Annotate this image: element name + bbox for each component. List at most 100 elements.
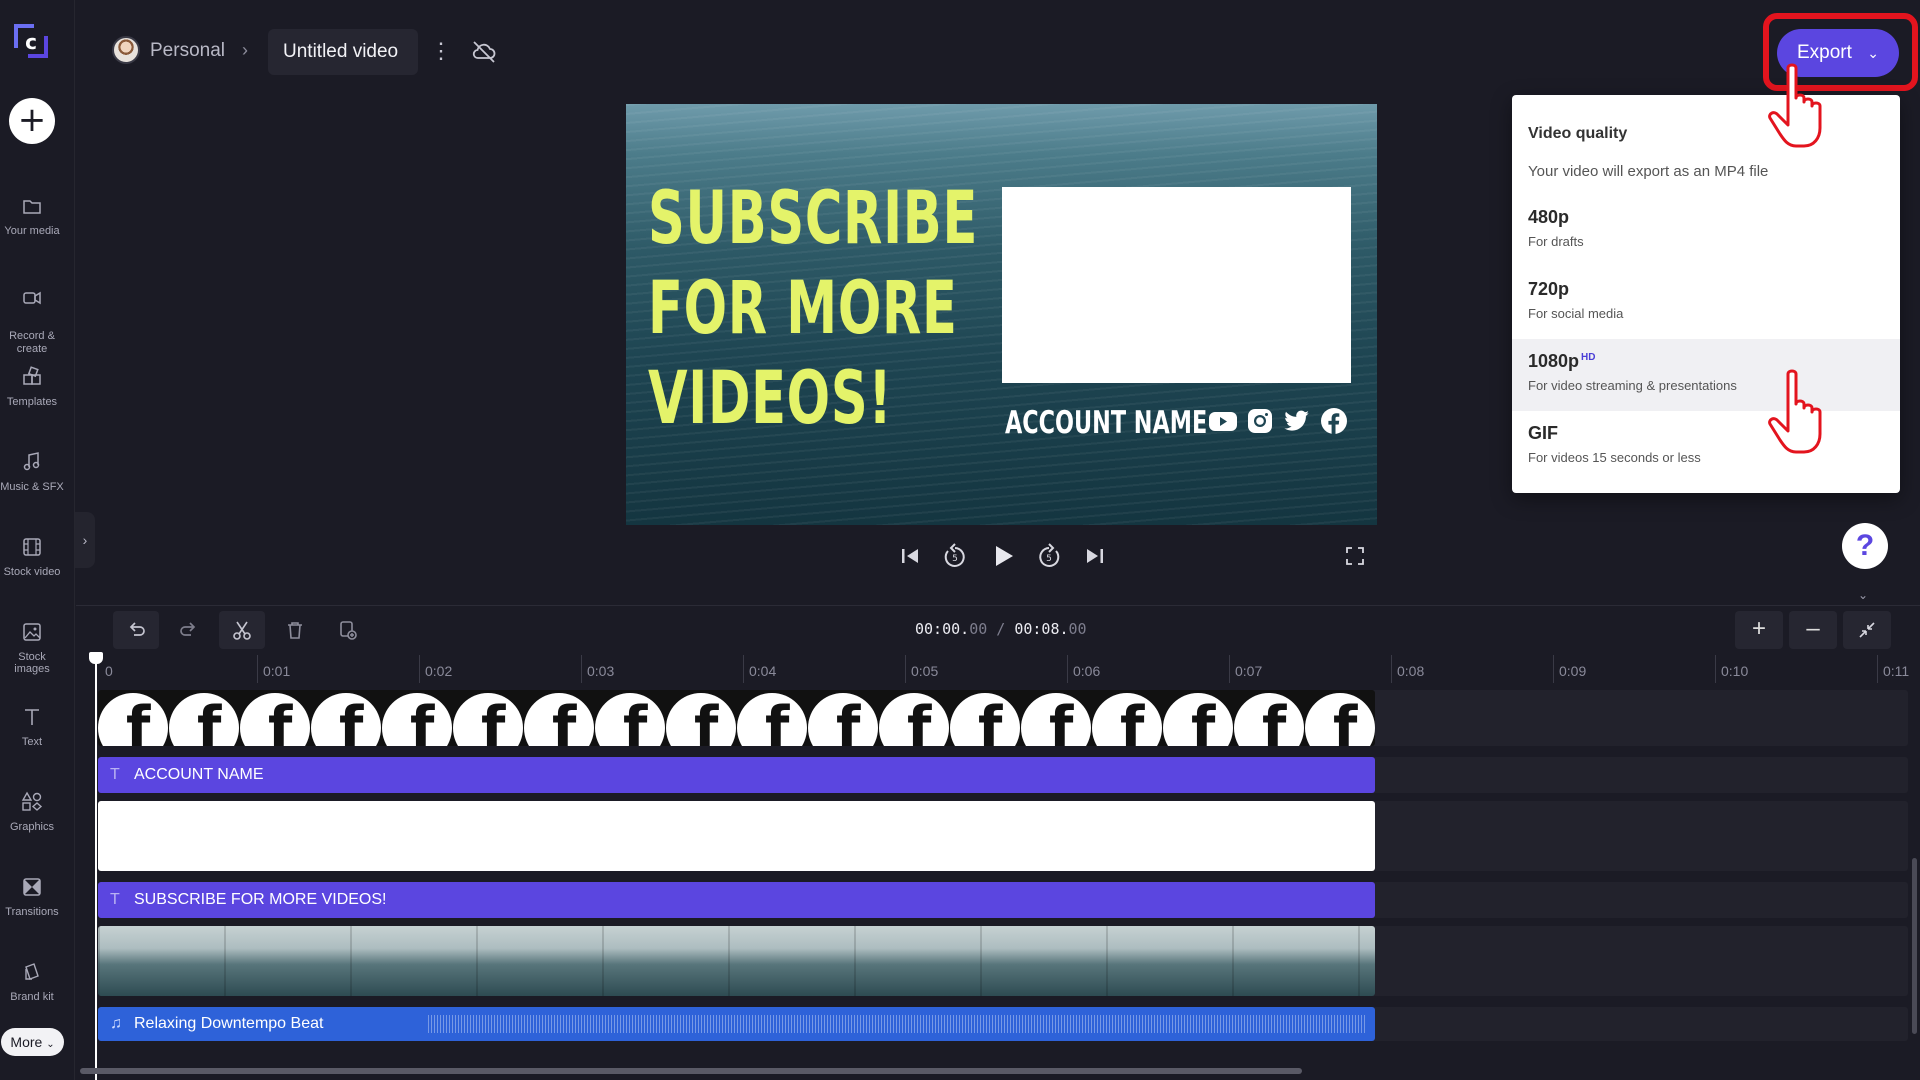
- zoom-out-button[interactable]: –: [1789, 611, 1837, 649]
- kebab-menu-icon[interactable]: ⋮: [430, 38, 452, 64]
- duplicate-icon: [340, 621, 357, 640]
- video-preview[interactable]: SUBSCRIBE FOR MORE VIDEOS! ACCOUNT NAME: [626, 104, 1377, 525]
- zoom-in-button[interactable]: +: [1735, 611, 1783, 649]
- sidebar-item-label: Graphics: [9, 821, 55, 833]
- audio-waveform: [428, 1015, 1365, 1033]
- rewind-5s-icon[interactable]: 5: [940, 541, 970, 571]
- chevron-right-icon: ›: [82, 532, 88, 548]
- plus-icon: +: [1751, 615, 1766, 642]
- facebook-logo-clip[interactable]: f f f f f f f f f f f f f f f f f f: [98, 690, 1375, 746]
- audio-clip[interactable]: ♫ Relaxing Downtempo Beat: [98, 1007, 1375, 1041]
- cloud-off-icon[interactable]: [470, 38, 498, 66]
- ruler-tick: 0:07: [1235, 663, 1263, 679]
- play-icon[interactable]: [988, 541, 1018, 571]
- redo-icon: [180, 622, 196, 636]
- text-clip-account-name[interactable]: T ACCOUNT NAME: [98, 757, 1375, 793]
- ocean-video-clip[interactable]: [98, 926, 1375, 996]
- horizontal-scrollbar[interactable]: [80, 1068, 1302, 1074]
- sidebar-item-text[interactable]: Text: [0, 706, 64, 748]
- help-button[interactable]: ?: [1842, 523, 1888, 569]
- ruler-tick: 0: [105, 663, 113, 679]
- sidebar-item-label: Stock video: [3, 566, 61, 578]
- quality-option-1080p[interactable]: 1080p HD For video streaming & presentati…: [1512, 339, 1900, 411]
- undo-button[interactable]: [113, 611, 159, 649]
- sidebar-item-music-sfx[interactable]: Music & SFX: [0, 451, 64, 493]
- quality-option-720p[interactable]: 720p For social media: [1512, 267, 1900, 339]
- video-placeholder-card: [1002, 187, 1351, 383]
- facebook-icon: f: [1305, 693, 1375, 746]
- ruler-tick: 0:01: [263, 663, 291, 679]
- facebook-icon: f: [737, 693, 807, 746]
- white-shape-clip[interactable]: [98, 801, 1375, 871]
- export-quality-menu: Video quality Your video will export as …: [1512, 95, 1900, 493]
- facebook-icon: f: [879, 693, 949, 746]
- fit-timeline-button[interactable]: [1843, 611, 1891, 649]
- facebook-icon: f: [1163, 693, 1233, 746]
- timeline-ruler[interactable]: 0 0:01 0:02 0:03 0:04 0:05 0:06 0:07 0:0…: [95, 655, 1915, 685]
- menu-description: Your video will export as an MP4 file: [1528, 163, 1769, 180]
- sidebar-item-graphics[interactable]: Graphics: [0, 791, 64, 833]
- sidebar-item-stock-video[interactable]: Stock video: [0, 536, 64, 578]
- breadcrumb-workspace[interactable]: Personal: [150, 40, 225, 62]
- avatar[interactable]: [112, 36, 140, 64]
- sidebar-item-your-media[interactable]: Your media: [0, 195, 64, 237]
- project-title[interactable]: Untitled video: [268, 29, 418, 75]
- sidebar-item-label: Record & create: [9, 330, 55, 355]
- facebook-icon: f: [169, 693, 239, 746]
- sidebar-item-stock-images[interactable]: Stock images: [0, 621, 64, 675]
- delete-button[interactable]: [272, 611, 318, 649]
- chevron-down-icon[interactable]: ⌄: [1858, 588, 1868, 602]
- sidebar-item-record-create[interactable]: Record & create: [0, 274, 64, 356]
- ruler-tick: 0:03: [587, 663, 615, 679]
- ruler-tick: 0:09: [1559, 663, 1587, 679]
- sidebar-item-label: Templates: [6, 396, 58, 408]
- redo-button[interactable]: [166, 611, 212, 649]
- text-clip-subscribe[interactable]: T SUBSCRIBE FOR MORE VIDEOS!: [98, 882, 1375, 918]
- facebook-icon: f: [98, 693, 168, 746]
- forward-5s-icon[interactable]: 5: [1034, 541, 1064, 571]
- quality-option-gif[interactable]: GIF For videos 15 seconds or less: [1512, 411, 1900, 483]
- skip-to-start-icon[interactable]: [895, 541, 925, 571]
- vertical-scrollbar[interactable]: [1912, 858, 1917, 1034]
- ruler-tick: 0:04: [749, 663, 777, 679]
- sidebar-item-brand-kit[interactable]: Brand kit: [0, 961, 64, 1003]
- ruler-tick: 0:05: [911, 663, 939, 679]
- ruler-tick: 0:02: [425, 663, 453, 679]
- expand-panel-button[interactable]: ›: [75, 512, 95, 568]
- sidebar-item-transitions[interactable]: Transitions: [0, 876, 64, 918]
- twitter-icon: [1282, 406, 1312, 436]
- clipchamp-logo[interactable]: c: [8, 18, 54, 64]
- sidebar-item-templates[interactable]: Templates: [0, 366, 64, 408]
- svg-text:5: 5: [1046, 554, 1052, 564]
- skip-to-end-icon[interactable]: [1080, 541, 1110, 571]
- sidebar-item-label: Text: [21, 736, 43, 748]
- undo-icon: [129, 622, 145, 636]
- facebook-icon: f: [524, 693, 594, 746]
- playhead[interactable]: [89, 652, 103, 1080]
- image-icon: [21, 621, 43, 643]
- ruler-tick: 0:08: [1397, 663, 1425, 679]
- transitions-icon: [21, 876, 43, 898]
- more-button[interactable]: More ⌄: [1, 1028, 64, 1056]
- hd-badge: HD: [1581, 352, 1596, 363]
- add-media-button[interactable]: +: [9, 98, 55, 144]
- fullscreen-icon[interactable]: [1340, 541, 1370, 571]
- text-icon: T: [110, 891, 120, 908]
- facebook-icon: f: [240, 693, 310, 746]
- trash-icon: [288, 622, 302, 639]
- templates-icon: [21, 366, 43, 388]
- preview-headline: SUBSCRIBE FOR MORE VIDEOS!: [648, 176, 979, 441]
- preview-account-name: ACCOUNT NAME: [1005, 405, 1208, 441]
- duplicate-button[interactable]: [325, 611, 371, 649]
- quality-option-480p[interactable]: 480p For drafts: [1512, 195, 1900, 267]
- facebook-icon: f: [1234, 693, 1304, 746]
- folder-icon: [21, 195, 43, 217]
- ruler-tick: 0:06: [1073, 663, 1101, 679]
- facebook-icon: f: [311, 693, 381, 746]
- minus-icon: –: [1806, 615, 1820, 642]
- music-icon: [21, 451, 43, 473]
- sidebar-item-label: Brand kit: [10, 991, 54, 1003]
- split-button[interactable]: [219, 611, 265, 649]
- music-note-icon: ♫: [110, 1015, 122, 1032]
- chevron-down-icon: ⌄: [1867, 45, 1879, 61]
